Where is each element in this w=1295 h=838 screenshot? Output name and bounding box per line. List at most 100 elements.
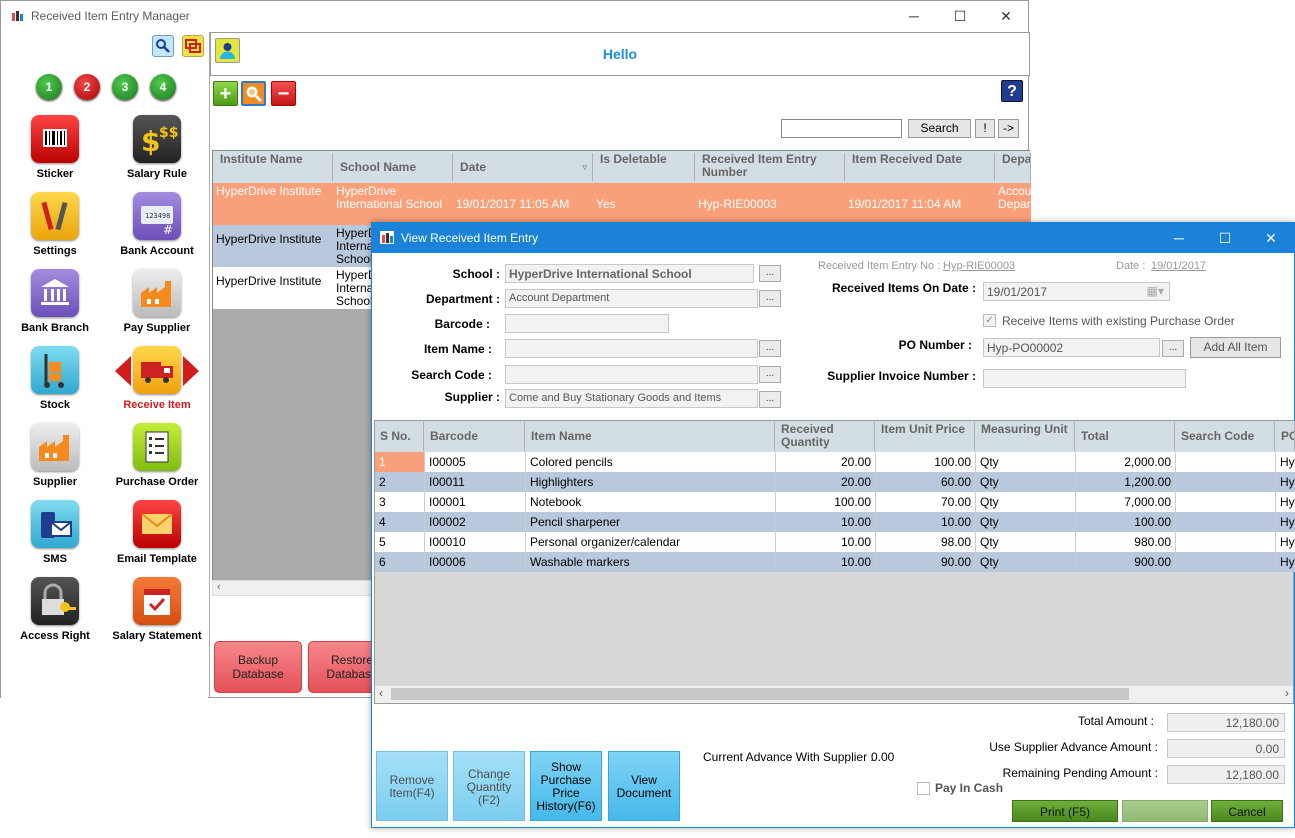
dialog-close-button[interactable]: ✕ [1248, 227, 1294, 249]
search-next-button[interactable]: -> [998, 119, 1019, 138]
table-row[interactable]: 3 I00001 Notebook 100.00 70.00 Qty 7,000.00 Hy [375, 492, 1295, 512]
tile-sms[interactable]: SMS [7, 500, 103, 565]
cancel-button[interactable]: Cancel [1211, 800, 1283, 822]
tile-salary-rule[interactable]: $ $$ Salary Rule [109, 115, 205, 180]
column-header[interactable]: Institute Name [215, 153, 333, 181]
page-1-button[interactable]: 1 [36, 74, 62, 100]
help-button[interactable]: ? [1001, 80, 1023, 102]
page-2-button[interactable]: 2 [74, 74, 100, 100]
school-field[interactable]: HyperDrive International School [505, 264, 754, 283]
column-header[interactable]: Barcode [425, 422, 525, 451]
tile-sticker[interactable]: Sticker [7, 115, 103, 180]
item-name-field[interactable] [505, 339, 758, 358]
pay-in-cash-checkbox[interactable] [917, 782, 930, 795]
column-header[interactable]: Measuring Unit [976, 422, 1075, 451]
po-number-browse-button[interactable]: ... [1162, 340, 1184, 357]
search-icon[interactable] [152, 35, 174, 57]
table-cell [1176, 452, 1276, 472]
tile-pay-supplier[interactable]: Pay Supplier [109, 269, 205, 334]
column-header[interactable]: S No. [375, 422, 424, 451]
item-name-browse-button[interactable]: ... [759, 340, 781, 357]
table-row[interactable]: 1 I00005 Colored pencils 20.00 100.00 Qty 2,00… [375, 452, 1295, 472]
dialog-minimize-button[interactable]: ─ [1156, 227, 1202, 249]
supplier-invoice-field[interactable] [983, 369, 1186, 388]
print-button[interactable]: Print (F5) [1012, 800, 1118, 822]
scroll-left-icon[interactable]: ‹ [379, 686, 383, 700]
tile-bank-branch[interactable]: Bank Branch [7, 269, 103, 334]
lock-key-icon [31, 577, 79, 625]
table-row[interactable]: 2 I00011 Highlighters 20.00 60.00 Qty 1,200.00… [375, 472, 1295, 492]
bank-building-icon [31, 269, 79, 317]
column-header[interactable]: Department Name [997, 153, 1031, 181]
add-button[interactable]: + [213, 81, 238, 106]
horizontal-scrollbar[interactable]: ‹ [212, 580, 377, 596]
filter-icon[interactable]: ▿ [582, 153, 587, 181]
school-browse-button[interactable]: ... [759, 265, 781, 282]
supplier-advance-field[interactable]: 0.00 [1167, 739, 1285, 758]
tile-receive-item[interactable]: Receive Item [109, 346, 205, 411]
close-button[interactable]: ✕ [983, 5, 1029, 27]
windows-icon[interactable] [182, 35, 204, 57]
calendar-dropdown-icon[interactable]: ▦▾ [1147, 284, 1164, 298]
column-header[interactable]: Item Name [526, 422, 775, 451]
tile-supplier[interactable]: Supplier [7, 423, 103, 488]
column-header[interactable]: Item Unit Price [876, 422, 975, 451]
page-3-button[interactable]: 3 [112, 74, 138, 100]
tile-bank-account[interactable]: 123498 # Bank Account [109, 192, 205, 257]
column-header[interactable]: Search Code [1176, 422, 1275, 451]
maximize-button[interactable]: ☐ [937, 5, 983, 27]
view-button[interactable] [241, 81, 266, 106]
delete-button[interactable]: − [271, 81, 296, 106]
remove-item-button[interactable]: Remove Item(F4) [376, 751, 448, 821]
table-cell [1176, 552, 1276, 572]
table-row[interactable]: HyperDrive Institute HyperDrive Internat… [213, 183, 1031, 225]
scroll-right-icon[interactable]: › [1285, 686, 1289, 700]
received-on-label: Received Items On Date : [831, 281, 976, 295]
backup-database-button[interactable]: Backup Database [214, 641, 302, 693]
change-quantity-button[interactable]: Change Quantity (F2) [453, 751, 525, 821]
search-code-field[interactable] [505, 365, 758, 384]
search-bang-button[interactable]: ! [975, 119, 995, 138]
add-all-item-button[interactable]: Add All Item [1190, 337, 1281, 358]
truck-icon [133, 346, 181, 394]
tile-access-right[interactable]: Access Right [7, 577, 103, 642]
table-cell: Highlighters [526, 472, 776, 492]
tile-email-template[interactable]: Email Template [109, 500, 205, 565]
column-header[interactable]: Item Received Date [847, 153, 995, 181]
tile-purchase-order[interactable]: Purchase Order [109, 423, 205, 488]
table-row[interactable]: 5 I00010 Personal organizer/calendar 10.00 9… [375, 532, 1295, 552]
receive-existing-po-checkbox[interactable]: ✓ [983, 314, 996, 327]
column-header[interactable]: Date ▿ [455, 153, 593, 181]
po-number-field[interactable]: Hyp-PO00002 [983, 338, 1160, 357]
scroll-left-icon[interactable]: ‹ [217, 581, 221, 593]
column-header[interactable]: Total [1076, 422, 1175, 451]
column-header[interactable]: Is Deletable [595, 153, 695, 181]
search-button[interactable]: Search [908, 119, 971, 138]
minimize-button[interactable]: ─ [891, 5, 937, 27]
department-field[interactable]: Account Department [505, 289, 758, 308]
page-4-button[interactable]: 4 [150, 74, 176, 100]
search-input[interactable] [781, 119, 902, 138]
tile-stock[interactable]: Stock [7, 346, 103, 411]
column-header[interactable]: School Name [335, 153, 453, 181]
department-browse-button[interactable]: ... [759, 290, 781, 307]
supplier-browse-button[interactable]: ... [759, 391, 781, 408]
scrollbar-thumb[interactable] [391, 688, 1129, 700]
view-document-button[interactable]: View Document [608, 751, 680, 821]
show-purchase-price-history-button[interactable]: Show Purchase Price History(F6) [530, 751, 602, 821]
table-cell: I00011 [425, 472, 526, 492]
tile-settings[interactable]: Settings [7, 192, 103, 257]
items-horizontal-scrollbar[interactable]: ‹ › [375, 686, 1293, 703]
column-header[interactable]: Received Item Entry Number [697, 153, 845, 181]
table-row[interactable]: 4 I00002 Pencil sharpener 10.00 10.00 Qty 100.… [375, 512, 1295, 532]
column-header[interactable]: PO [1276, 422, 1295, 451]
column-header[interactable]: Received Quantity [776, 422, 875, 451]
table-row[interactable]: 6 I00006 Washable markers 10.00 90.00 Qty 900.… [375, 552, 1295, 572]
tile-salary-statement[interactable]: Salary Statement [109, 577, 205, 642]
barcode-field[interactable] [505, 314, 669, 333]
search-code-browse-button[interactable]: ... [759, 366, 781, 383]
received-on-date-picker[interactable]: 19/01/2017 ▦▾ [983, 282, 1170, 301]
supplier-field[interactable]: Come and Buy Stationary Goods and Items [505, 389, 758, 408]
save-button[interactable] [1122, 800, 1208, 822]
dialog-maximize-button[interactable]: ☐ [1202, 227, 1248, 249]
